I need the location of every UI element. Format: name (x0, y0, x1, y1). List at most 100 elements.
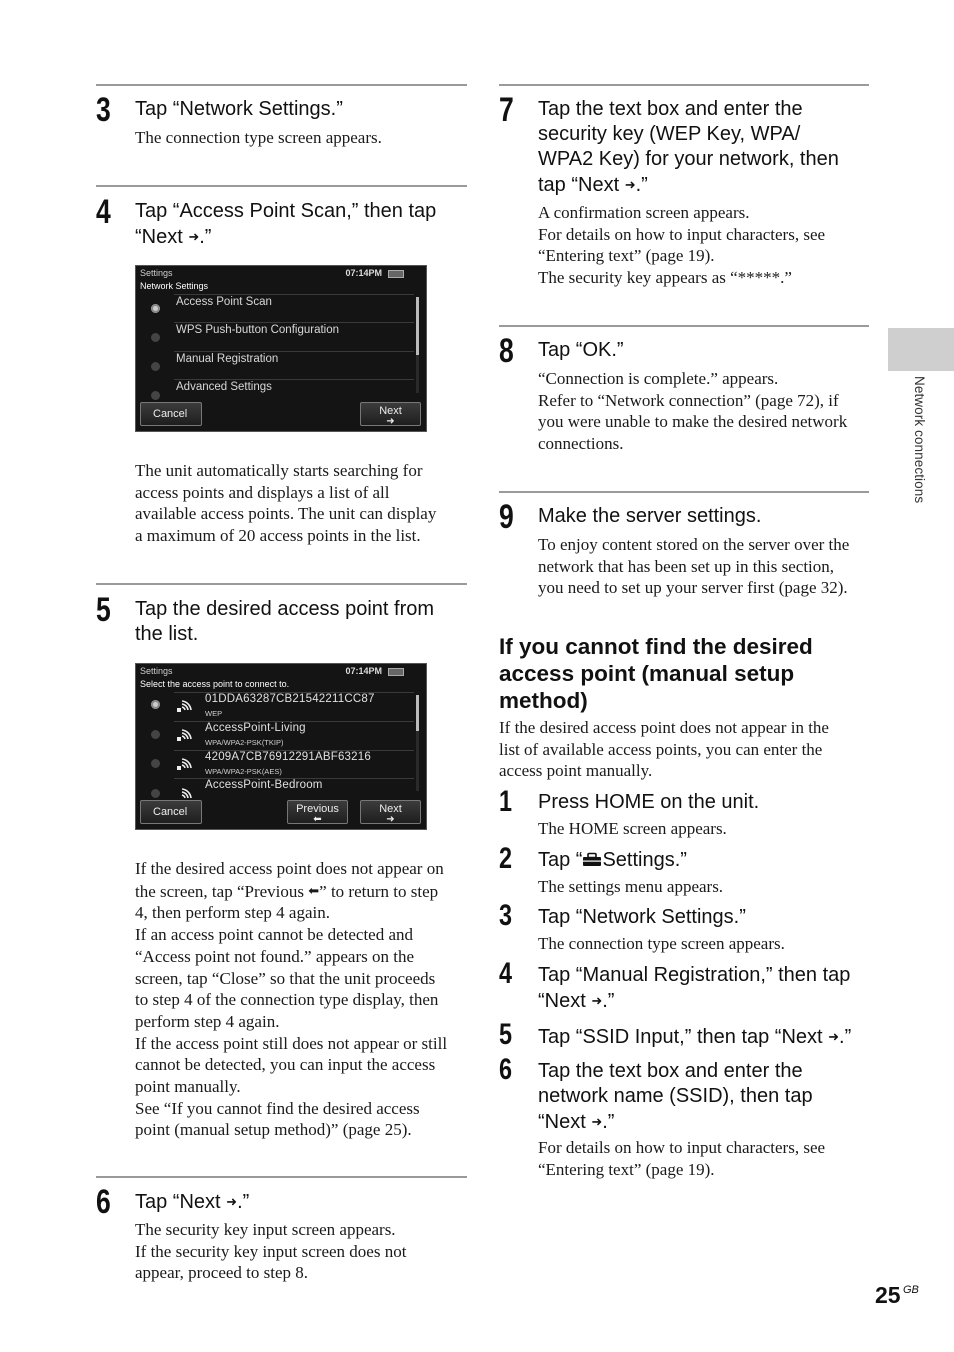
body-line: If the access point still does not appea… (135, 1033, 448, 1053)
body-line: “Entering text” (page 19). (538, 246, 715, 266)
cancel-button[interactable]: Cancel (140, 800, 202, 824)
heading-text: tap “Next (538, 174, 625, 196)
section-divider (96, 583, 467, 585)
battery-icon (388, 270, 404, 278)
section-title: If you cannot find the desired access po… (499, 633, 813, 714)
body-line: point manually. (135, 1077, 241, 1097)
menu-item-label: Manual Registration (176, 353, 279, 365)
section-divider (499, 84, 869, 86)
radio-selected-icon[interactable] (151, 304, 160, 313)
body-line: point (manual setup method)” (page 25). (135, 1120, 412, 1140)
arrow-right-icon: ➜ (386, 814, 395, 825)
heading-line: Tap “Access Point Scan,” then tap (135, 200, 437, 222)
next-button[interactable]: Next ➜ (360, 402, 421, 427)
radio-icon[interactable] (151, 730, 160, 739)
access-point-ssid: 4209A7CB76912291ABF63216 (205, 751, 371, 763)
radio-selected-icon[interactable] (151, 700, 160, 709)
step-body: A confirmation screen appears. For detai… (538, 202, 825, 289)
step-number: 3 (96, 91, 111, 129)
button-label: Next (379, 803, 402, 815)
menu-item-label: Access Point Scan (176, 296, 272, 308)
device-screen-access-point-list: Settings Select the access point to conn… (135, 663, 427, 830)
body-line: a maximum of 20 access points in the lis… (135, 526, 421, 546)
radio-icon[interactable] (151, 362, 160, 371)
step-heading: Tap “ Settings.” (538, 848, 687, 873)
step-heading: Tap the text box and enter the security … (538, 97, 839, 198)
body-line: network that has been set up in this sec… (538, 556, 835, 576)
heading-text: “Next (135, 226, 189, 248)
menu-item-label: WPS Push-button Configuration (176, 324, 340, 336)
step-heading: Tap “Access Point Scan,” then tap “Next … (135, 199, 436, 250)
access-point-item[interactable]: AccessPoint-Living WPA/WPA2-PSK(TKIP) (136, 722, 426, 751)
scrollbar-thumb[interactable] (416, 695, 419, 731)
heading-text: “Next (538, 1111, 592, 1133)
arrow-right-icon: ➜ (226, 1194, 238, 1209)
access-point-ssid: AccessPoint-Bedroom (205, 779, 323, 791)
menu-item-wps[interactable]: WPS Push-button Configuration (136, 323, 426, 352)
body-line: For details on how to input characters, … (538, 1138, 826, 1157)
scrollbar[interactable] (416, 297, 419, 393)
screen-clock: 07:14PM (345, 666, 382, 676)
step-body: “Connection is complete.” appears. Refer… (538, 368, 847, 455)
radio-icon[interactable] (151, 759, 160, 768)
scrollbar[interactable] (416, 695, 419, 791)
radio-icon[interactable] (151, 391, 160, 400)
menu-item-manual-registration[interactable]: Manual Registration (136, 352, 426, 381)
title-line: If you cannot find the desired (499, 634, 813, 659)
menu-item-access-point-scan[interactable]: Access Point Scan (136, 295, 426, 324)
body-line: If the security key input screen does no… (135, 1241, 407, 1261)
access-point-security: WEP (205, 709, 223, 718)
arrow-right-icon: ➜ (828, 1029, 840, 1044)
next-button[interactable]: Next ➜ (360, 800, 421, 825)
heading-line: tap “Next ➜.” (538, 172, 839, 198)
heading-line: “Next ➜.” (538, 988, 850, 1014)
heading-line: security key (WEP Key, WPA/ (538, 123, 801, 145)
screen-subheader: Network Settings (140, 281, 209, 291)
step-heading: Press HOME on the unit. (538, 791, 760, 813)
step-number: 8 (499, 332, 514, 370)
cancel-button[interactable]: Cancel (140, 402, 202, 426)
step-number: 7 (499, 91, 514, 129)
radio-icon[interactable] (151, 333, 160, 342)
access-point-item[interactable]: 01DDA63287CB21542211CC87 WEP (136, 693, 426, 722)
arrow-right-icon: ➜ (386, 416, 395, 427)
step-body: The HOME screen appears. (538, 819, 727, 838)
body-line: list of available access points, you can… (499, 739, 823, 759)
step-body: If the desired access point does not app… (135, 858, 447, 1141)
step-body: The unit automatically starts searching … (135, 460, 436, 547)
scrollbar-thumb[interactable] (416, 297, 419, 355)
arrow-left-icon: ⬅ (308, 882, 320, 898)
step-number: 4 (499, 957, 513, 990)
previous-button[interactable]: Previous ⬅ (287, 800, 348, 825)
step-heading: Tap the desired access point from the li… (135, 597, 434, 647)
heading-text: .” (635, 174, 648, 196)
body-line: 4, then perform step 4 again. (135, 903, 330, 923)
body-line: See “If you cannot find the desired acce… (135, 1098, 420, 1118)
step-body: The connection type screen appears. (538, 934, 785, 953)
step-body: The security key input screen appears. I… (135, 1219, 406, 1284)
wifi-signal-icon (177, 758, 192, 770)
access-point-item[interactable]: 4209A7CB76912291ABF63216 WPA/WPA2-PSK(AE… (136, 751, 426, 780)
body-line: For details on how to input characters, … (538, 224, 826, 244)
heading-text: Tap “ (538, 849, 583, 871)
heading-text: .” (199, 226, 212, 248)
button-label: Next (379, 405, 402, 417)
step-number: 5 (499, 1018, 513, 1051)
step-number: 6 (96, 1183, 111, 1221)
step-heading: Make the server settings. (538, 505, 762, 527)
body-line: you need to set up your server first (pa… (538, 578, 848, 598)
heading-line: WPA2 Key) for your network, then (538, 148, 839, 170)
body-line: The security key appears as “*****.” (538, 268, 792, 288)
body-line: cannot be detected, you can input the ac… (135, 1055, 436, 1075)
heading-line: the list. (135, 623, 199, 645)
step-heading: Tap “SSID Input,” then tap “Next ➜.” (538, 1024, 851, 1050)
step-body: The settings menu appears. (538, 877, 724, 896)
body-line: available access points. The unit can di… (135, 504, 437, 524)
page-region-code: GB (903, 1284, 919, 1296)
step-number: 1 (499, 785, 513, 818)
heading-line: “Next ➜.” (538, 1109, 813, 1135)
radio-icon[interactable] (151, 789, 160, 798)
body-text: the screen, tap “Previous (135, 881, 309, 901)
step-number: 3 (499, 899, 513, 932)
body-line: appear, proceed to step 8. (135, 1263, 309, 1283)
